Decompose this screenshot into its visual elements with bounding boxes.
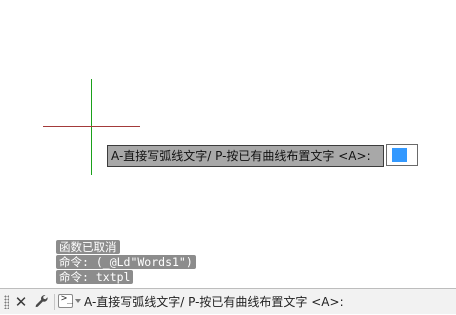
history-line: 命令: (_@Ld"Words1") (56, 255, 196, 269)
terminal-icon[interactable]: >_ (58, 293, 73, 308)
command-line-input[interactable]: A-直接写弧线文字/ P-按已有曲线布置文字 <A>: (84, 292, 452, 312)
dynamic-input-prompt: A-直接写弧线文字/ P-按已有曲线布置文字 <A>: (107, 145, 384, 167)
customize-button[interactable] (33, 293, 51, 311)
toolbar-separator (54, 294, 55, 310)
wrench-icon (35, 295, 48, 308)
close-icon: ✕ (14, 293, 28, 311)
drawing-canvas[interactable]: A-直接写弧线文字/ P-按已有曲线布置文字 <A>: 函数已取消 命令: (_… (0, 0, 456, 288)
crosshair-vertical-line (91, 79, 92, 175)
chevron-down-icon[interactable] (75, 299, 81, 303)
drag-grip-icon[interactable] (4, 295, 9, 309)
history-line: 命令: txtpl (56, 270, 134, 284)
history-line: 函数已取消 (56, 240, 120, 254)
crosshair-horizontal-line (43, 126, 140, 127)
dynamic-input-field[interactable] (386, 144, 418, 166)
command-line-bar: ✕ >_ A-直接写弧线文字/ P-按已有曲线布置文字 <A>: (0, 288, 456, 314)
command-history: 函数已取消 命令: (_@Ld"Words1") 命令: txtpl (56, 240, 196, 285)
input-cursor (392, 148, 407, 162)
close-button[interactable]: ✕ (12, 293, 30, 311)
